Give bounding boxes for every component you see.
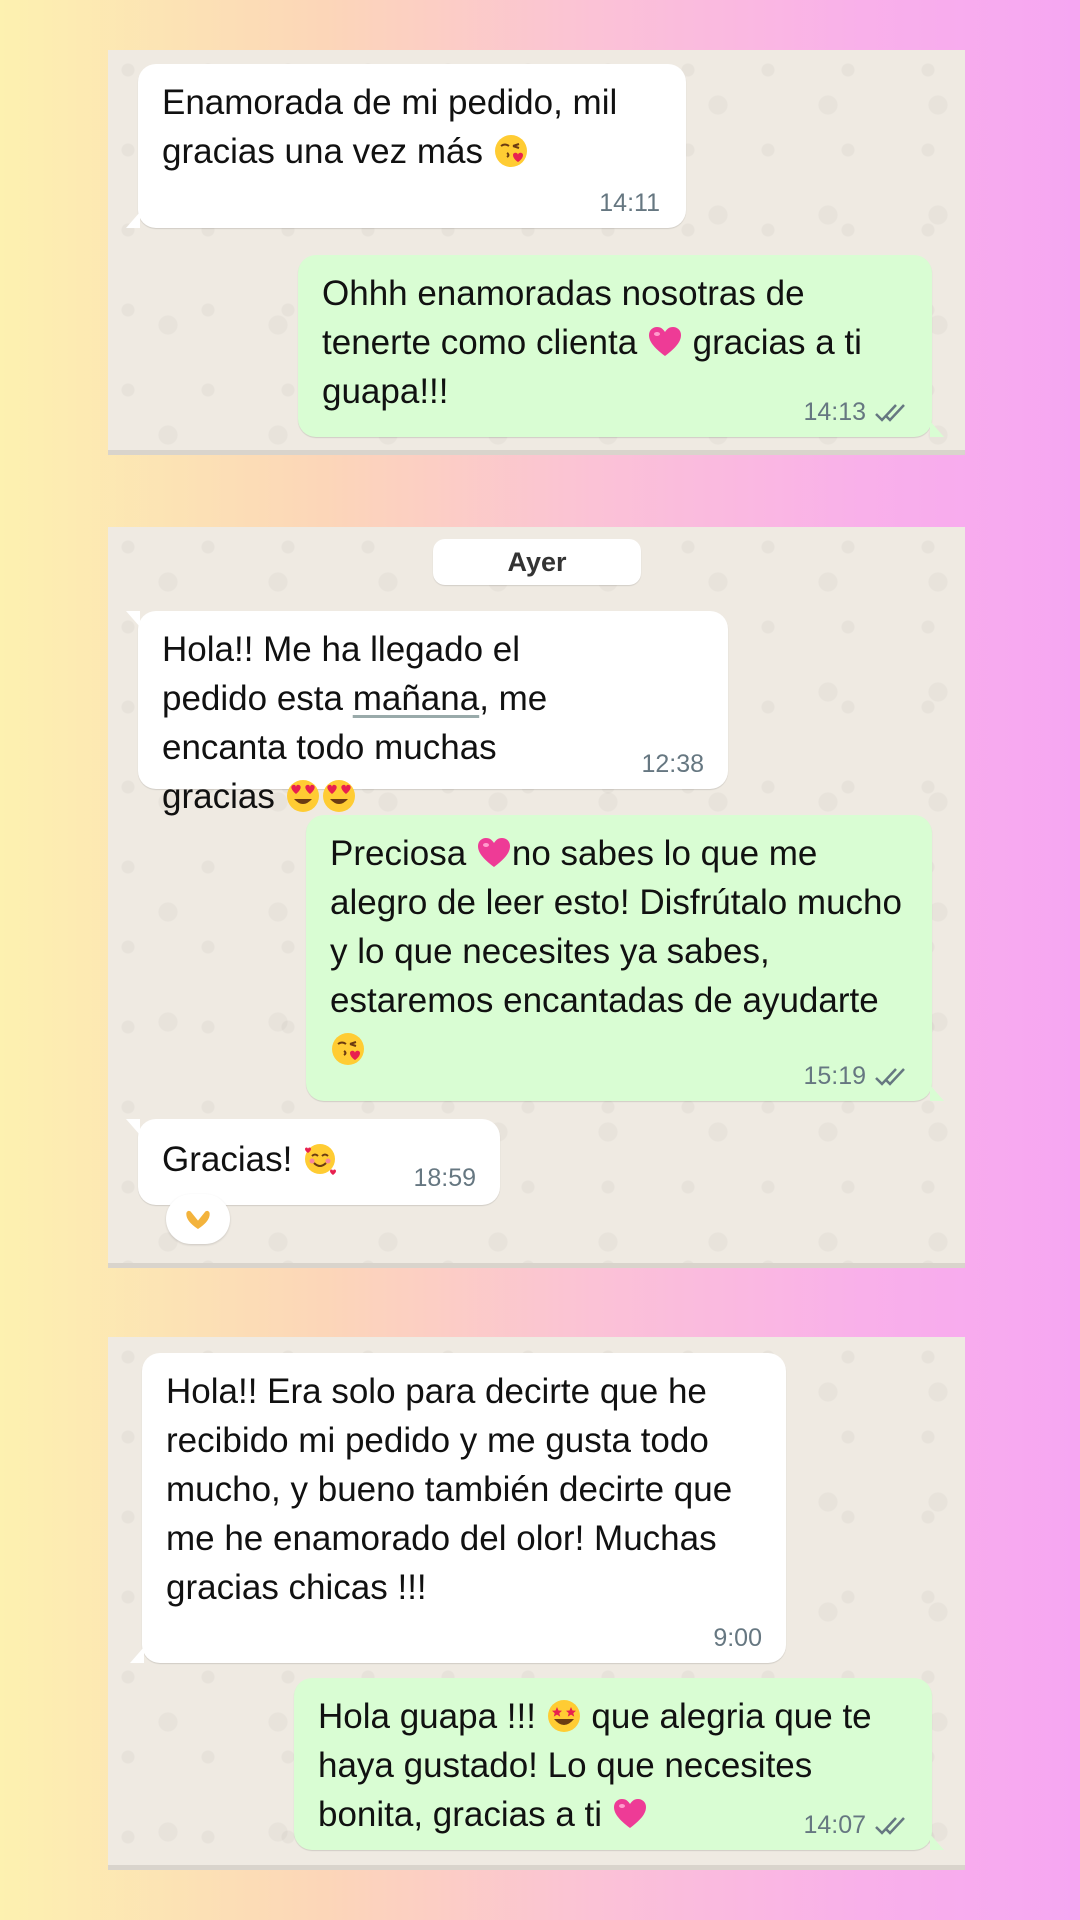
message-text: Hola!! Era solo para decirte que he reci…	[166, 1372, 733, 1607]
chat-screenshot-3: Hola!! Era solo para decirte que he reci…	[108, 1337, 965, 1870]
heart-eyes-icon	[285, 778, 321, 814]
message-text-wrapper: Hola!! Me ha llegado el pedido esta maña…	[162, 625, 608, 821]
message-time: 14:11	[599, 189, 660, 217]
outgoing-message[interactable]: Ohhh enamoradas nosotras de tenerte como…	[298, 255, 944, 437]
message-text-wrapper: Preciosa no sabes lo que me alegro de le…	[330, 829, 914, 1074]
message-text: Enamorada de mi pedido, mil gracias una …	[162, 83, 618, 171]
message-reaction[interactable]	[166, 1194, 230, 1244]
incoming-message[interactable]: Hola!! Era solo para decirte que he reci…	[130, 1353, 786, 1663]
pink-heart-icon	[476, 835, 512, 871]
incoming-message[interactable]: Enamorada de mi pedido, mil gracias una …	[126, 64, 686, 228]
incoming-message[interactable]: Hola!! Me ha llegado el pedido esta maña…	[126, 611, 728, 816]
message-time: 9:00	[713, 1624, 762, 1652]
pink-heart-icon	[647, 324, 683, 360]
message-time-wrapper: 15:19	[803, 1062, 908, 1091]
heart-hands-icon	[183, 1204, 213, 1234]
heart-eyes-icon	[321, 778, 357, 814]
outgoing-message[interactable]: Preciosa no sabes lo que me alegro de le…	[306, 815, 944, 1101]
smiling-face-with-hearts-icon	[302, 1141, 338, 1177]
message-time: 15:19	[803, 1062, 866, 1090]
message-text-wrapper: Ohhh enamoradas nosotras de tenerte como…	[322, 269, 914, 416]
message-time-wrapper: 14:07	[803, 1811, 908, 1840]
message-text: Preciosa	[330, 834, 467, 873]
incoming-message[interactable]: Gracias! 18:59	[126, 1119, 500, 1205]
underlined-word[interactable]: mañana	[353, 679, 479, 718]
message-time: 14:13	[803, 398, 866, 426]
message-time: 12:38	[641, 750, 704, 778]
kissing-face-with-heart-icon	[330, 1031, 366, 1067]
message-text: Hola guapa !!!	[318, 1697, 536, 1736]
pink-heart-icon	[612, 1796, 648, 1832]
message-time: 18:59	[413, 1164, 476, 1192]
double-check-read-icon	[874, 1066, 908, 1088]
double-check-read-icon	[874, 402, 908, 424]
double-check-read-icon	[874, 1815, 908, 1837]
message-time-wrapper: 14:13	[803, 398, 908, 427]
message-time: 14:07	[803, 1811, 866, 1839]
message-text: Gracias!	[162, 1140, 293, 1179]
kissing-face-with-heart-icon	[493, 133, 529, 169]
message-time-wrapper: 12:38	[641, 750, 704, 779]
date-separator: Ayer	[433, 539, 641, 585]
chat-screenshot-2: Ayer Hola!! Me ha llegado el pedido esta…	[108, 527, 965, 1268]
message-time-wrapper: 14:11	[599, 189, 660, 218]
chat-screenshot-1: Enamorada de mi pedido, mil gracias una …	[108, 50, 965, 455]
message-time-wrapper: 18:59	[413, 1164, 476, 1193]
outgoing-message[interactable]: Hola guapa !!! que alegria que te haya g…	[294, 1678, 944, 1850]
star-struck-icon	[546, 1698, 582, 1734]
message-text-wrapper: Enamorada de mi pedido, mil gracias una …	[162, 78, 668, 176]
message-time-wrapper: 9:00	[713, 1624, 762, 1653]
